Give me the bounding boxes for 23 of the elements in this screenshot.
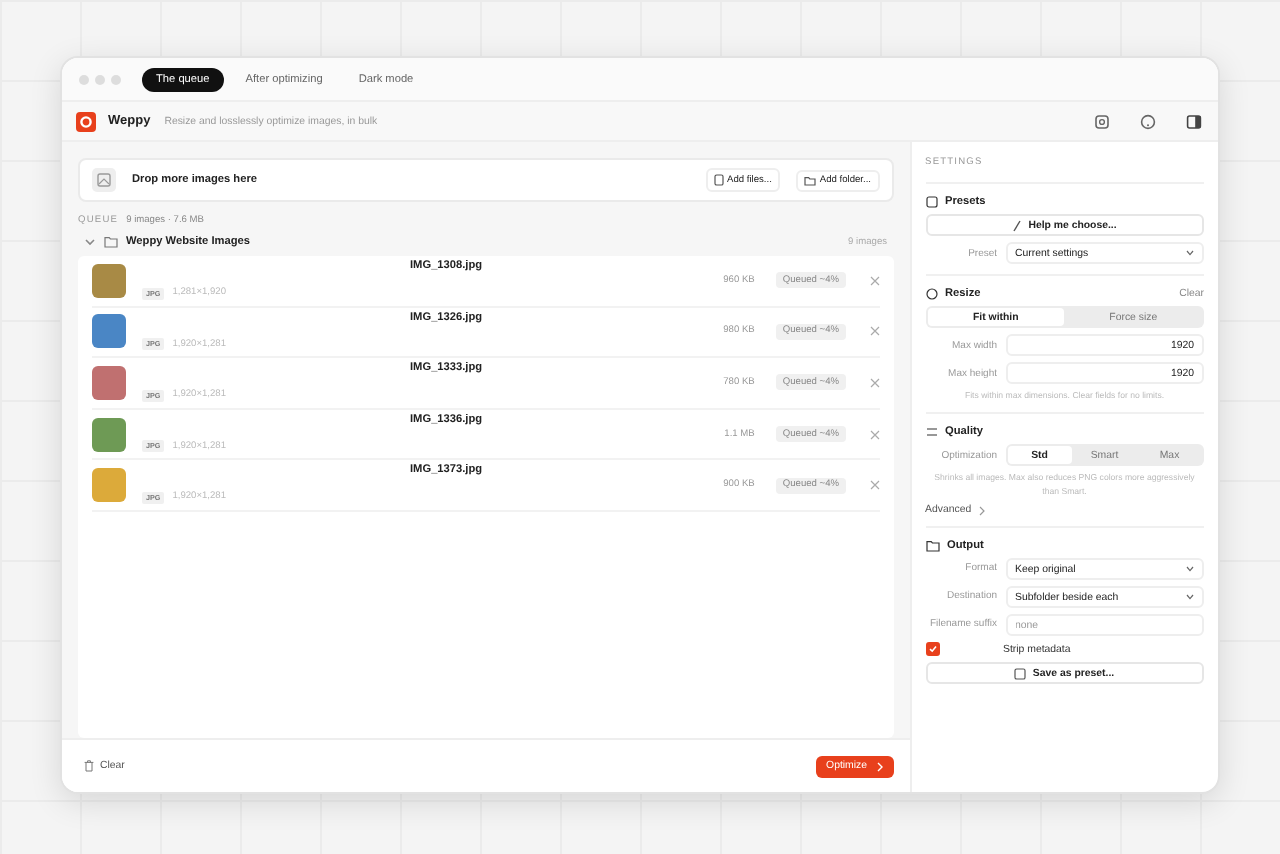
close-icon[interactable] (869, 326, 880, 337)
close-icon[interactable] (869, 377, 880, 388)
trash-icon (84, 760, 94, 772)
folder-icon (803, 175, 816, 185)
caret-icon (1186, 250, 1194, 256)
help-icon[interactable] (1140, 113, 1156, 129)
close-icon[interactable] (869, 429, 880, 440)
logo-icon (76, 111, 96, 131)
window-controls-icon[interactable] (78, 73, 122, 85)
chevron-icon (977, 505, 986, 516)
chevron-icon[interactable] (84, 238, 96, 246)
sliders-icon (925, 426, 938, 439)
file-icon (713, 174, 723, 186)
checkbox[interactable] (925, 642, 940, 657)
folder-icon (104, 236, 118, 248)
folder-icon (925, 540, 940, 553)
caret-icon (1186, 566, 1194, 573)
chevron-icon (875, 761, 884, 771)
sidebar-icon[interactable] (1186, 113, 1202, 129)
close-icon[interactable] (869, 275, 880, 286)
caret-icon (1186, 594, 1194, 601)
image-icon (92, 168, 116, 192)
close-icon[interactable] (869, 480, 880, 491)
